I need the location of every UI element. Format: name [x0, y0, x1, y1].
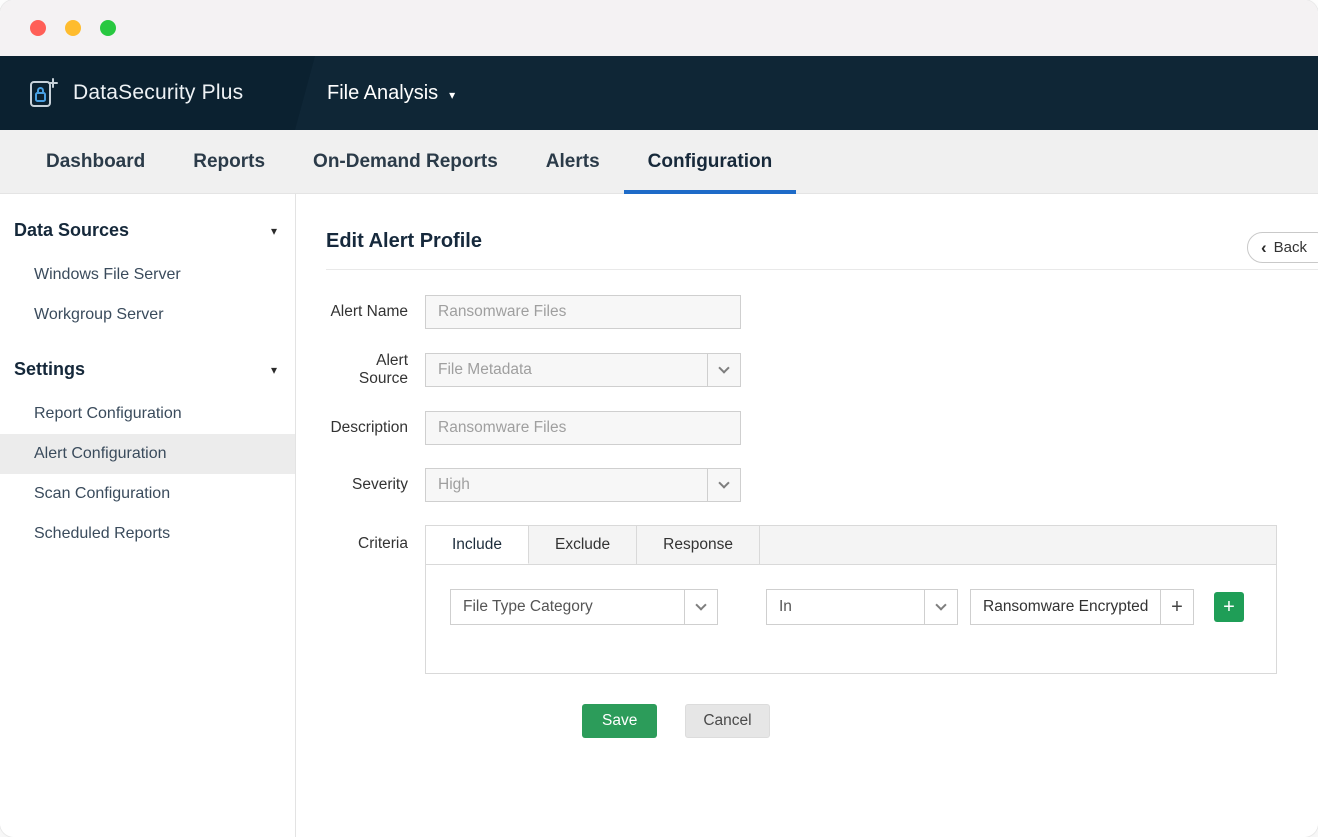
window-titlebar [0, 0, 1318, 56]
description-input[interactable] [425, 411, 741, 445]
form-row-severity: Severity High [326, 468, 1318, 502]
alert-name-label: Alert Name [330, 303, 408, 320]
back-button-label: Back [1273, 239, 1307, 256]
section-title-label: Data Sources [14, 220, 130, 240]
sidebar-item-scheduled-reports[interactable]: Scheduled Reports [0, 514, 295, 554]
chevron-down-icon [684, 590, 717, 624]
severity-value: High [438, 476, 470, 493]
section-title-label: Settings [14, 359, 86, 379]
nav-item-alerts[interactable]: Alerts [522, 130, 624, 193]
criteria-tabs: Include Exclude Response [426, 526, 1276, 565]
minimize-window-button[interactable] [65, 20, 81, 36]
criteria-panel: Include Exclude Response File Type Categ… [425, 525, 1277, 674]
close-window-button[interactable] [30, 20, 46, 36]
alert-source-label: Alert Source [358, 352, 408, 387]
tab-response[interactable]: Response [637, 526, 760, 564]
nav-item-on-demand-reports[interactable]: On-Demand Reports [289, 130, 522, 193]
chevron-left-icon: ‹ [1260, 238, 1267, 257]
app-logo-icon [28, 76, 60, 110]
add-condition-button[interactable]: + [1214, 592, 1244, 622]
alert-source-select[interactable]: File Metadata [425, 353, 741, 387]
tab-include[interactable]: Include [426, 526, 529, 564]
page-title: Edit Alert Profile [326, 230, 482, 252]
criteria-operator-value: In [779, 598, 792, 615]
cancel-button[interactable]: Cancel [685, 704, 770, 738]
main-nav: Dashboard Reports On-Demand Reports Aler… [0, 130, 1318, 194]
severity-label: Severity [352, 476, 408, 493]
sidebar-item-alert-configuration[interactable]: Alert Configuration [0, 434, 295, 474]
chevron-down-icon: ▾ [270, 362, 277, 377]
sidebar-item-report-configuration[interactable]: Report Configuration [0, 394, 295, 434]
nav-item-dashboard[interactable]: Dashboard [22, 130, 169, 193]
sidebar-item-scan-configuration[interactable]: Scan Configuration [0, 474, 295, 514]
back-button[interactable]: ‹ Back [1246, 232, 1318, 263]
chevron-down-icon: ▾ [270, 223, 277, 238]
description-label: Description [330, 419, 408, 436]
save-button[interactable]: Save [582, 704, 658, 738]
form-row-alert-name: Alert Name [326, 295, 1318, 329]
chevron-down-icon [707, 469, 740, 501]
alert-name-input[interactable] [425, 295, 741, 329]
brand: DataSecurity Plus [0, 56, 315, 130]
criteria-condition-row: File Type Category In Ransomware Encrypt… [450, 589, 1252, 625]
chevron-down-icon: ▾ [449, 87, 456, 102]
app-header: DataSecurity Plus File Analysis ▾ [0, 56, 1318, 130]
sidebar-section-header-data-sources[interactable]: Data Sources ▾ [0, 206, 295, 255]
alert-source-value: File Metadata [438, 361, 532, 378]
criteria-include-panel: File Type Category In Ransomware Encrypt… [426, 565, 1276, 673]
criteria-value-picker[interactable]: Ransomware Encrypted + [970, 589, 1194, 625]
alert-profile-form: Alert Name Alert Source File Metadata De… [326, 295, 1318, 738]
severity-select[interactable]: High [425, 468, 741, 502]
criteria-operator-select[interactable]: In [766, 589, 958, 625]
module-switcher[interactable]: File Analysis ▾ [327, 82, 455, 105]
sidebar-section-data-sources: Data Sources ▾ Windows File Server Workg… [0, 206, 295, 335]
sidebar: Data Sources ▾ Windows File Server Workg… [0, 194, 296, 837]
content-area: Data Sources ▾ Windows File Server Workg… [0, 194, 1318, 837]
app-window: DataSecurity Plus File Analysis ▾ Dashbo… [0, 0, 1318, 837]
form-actions: Save Cancel [582, 704, 1318, 738]
app-name: DataSecurity Plus [73, 81, 244, 104]
nav-item-configuration[interactable]: Configuration [623, 130, 797, 194]
sidebar-item-windows-file-server[interactable]: Windows File Server [0, 255, 295, 295]
maximize-window-button[interactable] [100, 20, 116, 36]
sidebar-section-header-settings[interactable]: Settings ▾ [0, 345, 295, 394]
sidebar-item-workgroup-server[interactable]: Workgroup Server [0, 295, 295, 335]
tab-exclude[interactable]: Exclude [529, 526, 638, 564]
page-header: Edit Alert Profile [326, 194, 1318, 270]
nav-item-reports[interactable]: Reports [169, 130, 289, 193]
criteria-value: Ransomware Encrypted [983, 598, 1149, 615]
form-row-criteria: Criteria Include Exclude Response File T… [326, 525, 1318, 674]
criteria-label: Criteria [358, 535, 408, 552]
chevron-down-icon [924, 590, 957, 624]
add-value-button[interactable]: + [1160, 590, 1193, 624]
form-row-description: Description [326, 411, 1318, 445]
criteria-field-value: File Type Category [463, 598, 593, 615]
plus-icon: + [1223, 596, 1235, 618]
main-panel: Edit Alert Profile ‹ Back Alert Name Ale… [296, 194, 1318, 837]
module-name: File Analysis [327, 81, 439, 104]
form-row-alert-source: Alert Source File Metadata [326, 352, 1318, 388]
sidebar-section-settings: Settings ▾ Report Configuration Alert Co… [0, 345, 295, 554]
chevron-down-icon [707, 354, 740, 386]
criteria-field-select[interactable]: File Type Category [450, 589, 718, 625]
